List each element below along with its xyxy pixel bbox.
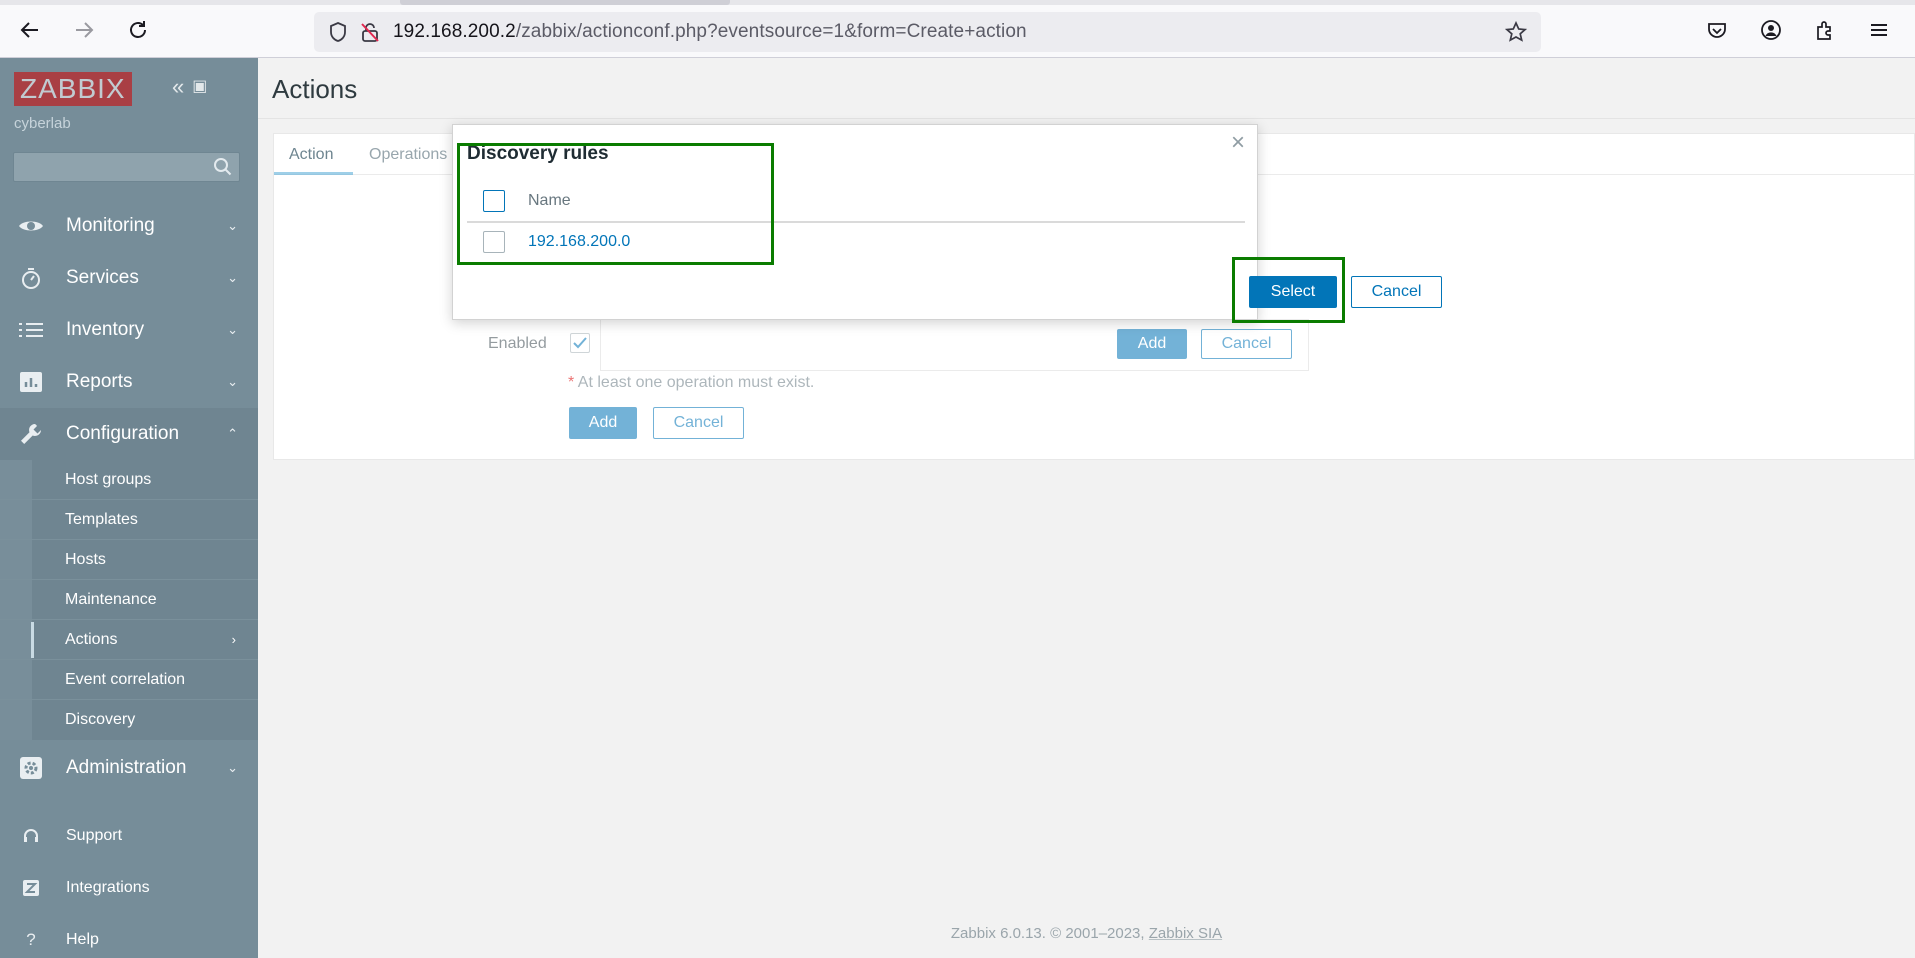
highlight-box-select-button <box>1232 257 1345 323</box>
enabled-checkbox[interactable] <box>570 333 590 353</box>
sidebar-item-discovery[interactable]: Discovery <box>0 700 258 740</box>
menu-inventory[interactable]: Inventory ⌄ <box>0 304 258 356</box>
active-browser-tab[interactable] <box>400 0 730 5</box>
sidebar-item-label: Templates <box>65 510 138 528</box>
kiosk-mode-icon[interactable]: ▣ <box>192 74 207 100</box>
question-icon: ? <box>26 930 36 949</box>
sidebar-item-label: Actions <box>65 630 118 648</box>
close-icon[interactable]: × <box>1231 129 1245 157</box>
title-divider <box>258 118 1915 119</box>
highlight-box-discovery-list <box>457 143 774 265</box>
sidebar-help[interactable]: ? Help <box>0 920 258 958</box>
operations-required-note: * At least one operation must exist. <box>568 374 814 392</box>
menu-label: Reports <box>66 371 133 392</box>
sidebar-item-actions[interactable]: Actions › <box>0 620 258 660</box>
tab-action[interactable]: Action <box>289 146 333 164</box>
sidebar-integrations[interactable]: Integrations <box>0 868 258 908</box>
sidebar-item-label: Host groups <box>65 470 152 488</box>
browser-toolbar: 192.168.200.2/zabbix/actionconf.php?even… <box>0 0 1915 58</box>
sidebar-item-host-groups[interactable]: Host groups <box>0 460 258 500</box>
bookmark-star-icon[interactable] <box>1503 19 1529 45</box>
z-icon <box>16 880 46 896</box>
hamburger-menu-icon[interactable] <box>1864 15 1894 45</box>
sidebar-item-event-correlation[interactable]: Event correlation <box>0 660 258 700</box>
sidebar-support[interactable]: Support <box>0 816 258 856</box>
chevron-down-icon: ⌄ <box>227 218 238 233</box>
enabled-label: Enabled <box>488 335 547 352</box>
collapse-sidebar-icon[interactable]: « <box>172 74 184 100</box>
tab-strip <box>0 0 1915 5</box>
sidebar-footer-label: Help <box>66 931 99 948</box>
footer-zabbix-link[interactable]: Zabbix SIA <box>1149 925 1222 942</box>
sidebar: ZABBIX « ▣ cyberlab Monitoring ⌄ Service… <box>0 58 258 958</box>
menu-label: Monitoring <box>66 215 155 236</box>
headset-icon <box>16 828 46 844</box>
sidebar-item-label: Hosts <box>65 550 106 568</box>
cancel-operation-button[interactable]: Cancel <box>1201 329 1292 359</box>
url-text[interactable]: 192.168.200.2/zabbix/actionconf.php?even… <box>393 21 1027 43</box>
sidebar-item-label: Discovery <box>65 711 136 728</box>
account-icon[interactable] <box>1756 15 1786 45</box>
menu-label: Services <box>66 267 139 288</box>
extensions-icon[interactable] <box>1810 15 1840 45</box>
menu-administration[interactable]: Administration ⌄ <box>0 742 258 794</box>
list-icon <box>16 321 46 339</box>
add-action-button[interactable]: Add <box>569 407 637 439</box>
gear-icon <box>16 756 46 780</box>
eye-icon <box>16 217 46 235</box>
chevron-down-icon: ⌄ <box>227 374 238 389</box>
page-footer: Zabbix 6.0.13. © 2001–2023, Zabbix SIA <box>258 925 1915 942</box>
insecure-lock-icon[interactable] <box>357 19 383 45</box>
required-asterisk: * <box>568 374 578 391</box>
sidebar-search-input[interactable] <box>13 152 240 182</box>
forward-icon[interactable] <box>68 14 100 46</box>
menu-reports[interactable]: Reports ⌄ <box>0 356 258 408</box>
sidebar-footer-label: Integrations <box>66 879 150 896</box>
chevron-right-icon: › <box>231 632 236 647</box>
sidebar-item-hosts[interactable]: Hosts <box>0 540 258 580</box>
note-text: At least one operation must exist. <box>577 374 815 391</box>
menu-label: Configuration <box>66 423 180 444</box>
configuration-submenu: Host groups Templates Hosts Maintenance … <box>0 460 258 740</box>
bar-chart-icon <box>16 371 46 393</box>
menu-monitoring[interactable]: Monitoring ⌄ <box>0 200 258 252</box>
url-host: 192.168.200.2 <box>393 21 516 42</box>
tab-operations[interactable]: Operations <box>369 146 447 164</box>
stopwatch-icon <box>16 266 46 290</box>
sidebar-footer-label: Support <box>66 827 123 844</box>
sidebar-item-templates[interactable]: Templates <box>0 500 258 540</box>
cancel-button[interactable]: Cancel <box>1351 276 1442 308</box>
footer-copyright: Zabbix 6.0.13. © 2001–2023, <box>950 925 1149 942</box>
page-title: Actions <box>272 74 358 104</box>
menu-services[interactable]: Services ⌄ <box>0 252 258 304</box>
sidebar-item-maintenance[interactable]: Maintenance <box>0 580 258 620</box>
sidebar-item-label: Maintenance <box>65 590 157 608</box>
shield-icon[interactable] <box>325 19 351 45</box>
chevron-up-icon: ⌃ <box>227 426 238 441</box>
menu-label: Administration <box>66 757 187 778</box>
active-tab-indicator <box>274 172 353 175</box>
zabbix-logo[interactable]: ZABBIX <box>14 72 132 106</box>
sidebar-item-label: Event correlation <box>65 670 186 688</box>
pocket-icon[interactable] <box>1702 15 1732 45</box>
cancel-action-button[interactable]: Cancel <box>653 407 744 439</box>
menu-label: Inventory <box>66 319 145 340</box>
reload-icon[interactable] <box>122 14 154 46</box>
wrench-icon <box>16 421 46 447</box>
chevron-down-icon: ⌄ <box>227 760 238 775</box>
add-operation-button[interactable]: Add <box>1117 329 1187 359</box>
logo-row: ZABBIX <box>14 72 132 106</box>
chevron-down-icon: ⌄ <box>227 322 238 337</box>
url-bar[interactable]: 192.168.200.2/zabbix/actionconf.php?even… <box>314 12 1541 52</box>
search-icon[interactable] <box>213 157 233 182</box>
menu-configuration[interactable]: Configuration ⌃ <box>0 408 258 460</box>
url-path: /zabbix/actionconf.php?eventsource=1&for… <box>515 21 1027 42</box>
chevron-down-icon: ⌄ <box>227 270 238 285</box>
back-icon[interactable] <box>14 14 46 46</box>
sidebar-controls: « ▣ <box>172 74 207 100</box>
server-name: cyberlab <box>14 115 71 132</box>
